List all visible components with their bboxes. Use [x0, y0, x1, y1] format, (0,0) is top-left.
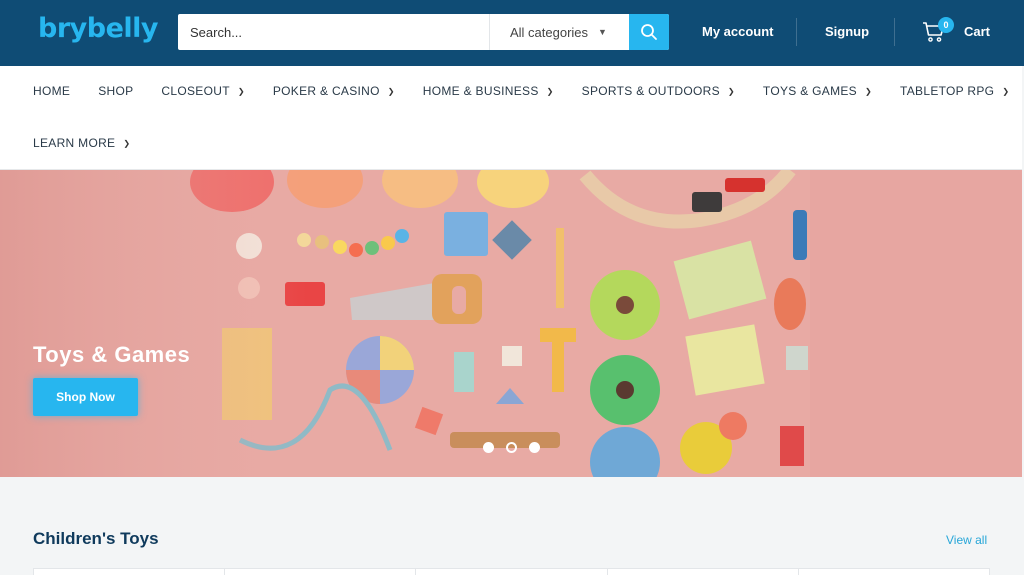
- chevron-down-icon: ❯: [387, 86, 395, 96]
- chevron-down-icon: ❯: [123, 138, 131, 148]
- nav-item-label: HOME: [33, 84, 71, 98]
- my-account-link[interactable]: My account: [702, 24, 774, 39]
- category-select[interactable]: All categories ▼: [489, 14, 629, 50]
- signup-link[interactable]: Signup: [825, 24, 869, 39]
- nav-item-sports-outdoors[interactable]: SPORTS & OUTDOORS ❯: [582, 84, 735, 98]
- chevron-down-icon: ❯: [864, 86, 872, 96]
- brand-logo[interactable]: brybelly: [38, 13, 159, 44]
- view-all-link[interactable]: View all: [946, 533, 987, 547]
- nav-item-label: LEARN MORE: [33, 136, 116, 150]
- slider-dot[interactable]: [529, 442, 540, 453]
- header-divider: [796, 18, 797, 46]
- product-card[interactable]: [416, 569, 608, 575]
- nav-row-1: HOME SHOP CLOSEOUT ❯ POKER & CASINO ❯ HOME…: [33, 84, 1009, 98]
- main-nav: HOME SHOP CLOSEOUT ❯ POKER & CASINO ❯ HOME…: [0, 66, 1022, 170]
- cart-link[interactable]: Cart: [964, 24, 990, 39]
- hero-title: Toys & Games: [33, 342, 191, 367]
- category-select-label: All categories: [510, 24, 589, 40]
- product-grid: [33, 568, 990, 575]
- nav-item-tabletop-rpg[interactable]: TABLETOP RPG ❯: [900, 84, 1009, 98]
- product-card[interactable]: [799, 569, 989, 575]
- search-button[interactable]: [629, 14, 669, 50]
- chevron-down-icon: ❯: [237, 86, 245, 96]
- nav-item-label: SPORTS & OUTDOORS: [581, 84, 720, 98]
- nav-item-label: POKER & CASINO: [272, 84, 380, 98]
- nav-item-label: SHOP: [98, 84, 134, 98]
- hero-toys-image: [0, 170, 1022, 477]
- slider-dot[interactable]: [483, 442, 494, 453]
- nav-item-label: TOYS & GAMES: [762, 84, 857, 98]
- search-bar: All categories ▼: [178, 14, 669, 50]
- shop-now-button[interactable]: Shop Now: [33, 378, 138, 416]
- search-icon: [641, 24, 657, 40]
- nav-item-home-business[interactable]: HOME & BUSINESS ❯: [423, 84, 554, 98]
- cart-count-badge: 0: [938, 17, 954, 33]
- slider-dots: [483, 442, 540, 453]
- nav-item-home[interactable]: HOME: [33, 84, 70, 98]
- product-card[interactable]: [225, 569, 417, 575]
- nav-item-shop[interactable]: SHOP: [98, 84, 133, 98]
- nav-row-2: LEARN MORE ❯: [33, 136, 130, 150]
- section-title: Children's Toys: [33, 529, 159, 548]
- product-card[interactable]: [608, 569, 799, 575]
- nav-item-label: TABLETOP RPG: [900, 84, 995, 98]
- nav-item-label: HOME & BUSINESS: [422, 84, 539, 98]
- nav-item-learn-more[interactable]: LEARN MORE ❯: [33, 136, 130, 150]
- slider-dot-active[interactable]: [506, 442, 517, 453]
- chevron-down-icon: ▼: [598, 27, 607, 37]
- header-divider: [894, 18, 895, 46]
- chevron-down-icon: ❯: [727, 86, 735, 96]
- site-header: brybelly All categories ▼ My account Sig…: [0, 0, 1024, 66]
- chevron-down-icon: ❯: [546, 86, 554, 96]
- search-input[interactable]: [178, 14, 489, 50]
- nav-item-poker-casino[interactable]: POKER & CASINO ❯: [273, 84, 395, 98]
- product-card[interactable]: [34, 569, 226, 575]
- chevron-down-icon: ❯: [1002, 86, 1010, 96]
- nav-item-toys-games[interactable]: TOYS & GAMES ❯: [763, 84, 872, 98]
- hero-banner: Toys & Games Shop Now: [0, 170, 1022, 477]
- nav-item-closeout[interactable]: CLOSEOUT ❯: [161, 84, 244, 98]
- nav-item-label: CLOSEOUT: [161, 84, 230, 98]
